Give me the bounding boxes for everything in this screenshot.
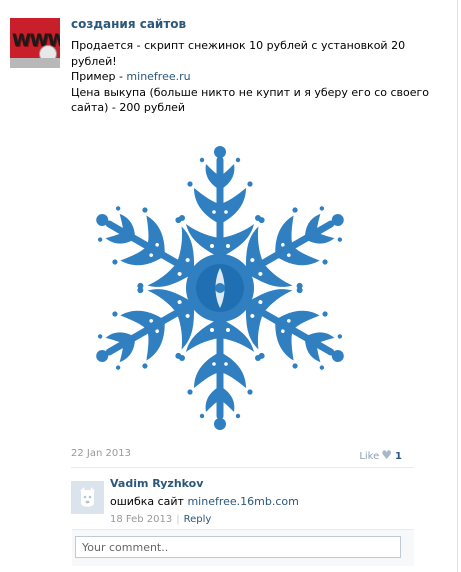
post-text-line: рублей!: [71, 54, 117, 68]
snowflake-image[interactable]: [70, 133, 370, 443]
comment-author-link[interactable]: Vadim Ryzhkov: [110, 477, 203, 490]
avatar-bar: [10, 58, 60, 68]
divider: [71, 467, 414, 468]
post-date[interactable]: 22 Jan 2013: [71, 448, 131, 459]
post-author-link[interactable]: создания сайтов: [71, 17, 186, 31]
like-count: 1: [395, 451, 402, 462]
like-label: Like: [359, 451, 380, 462]
commenter-avatar[interactable]: [71, 481, 104, 514]
comment-input[interactable]: [75, 536, 401, 558]
community-avatar[interactable]: WWW: [10, 18, 60, 68]
comment-meta: 18 Feb 2013 | Reply: [110, 514, 211, 525]
post-text-line: Пример - minefree.ru: [71, 69, 371, 85]
comment-text-prefix: ошибка сайт: [110, 495, 188, 508]
post-text: Продается - скрипт снежинок 10 рублей с …: [71, 38, 430, 116]
dog-avatar-icon: [71, 481, 104, 514]
comment-text: ошибка сайт minefree.16mb.com: [110, 495, 299, 508]
heart-icon: ♥: [381, 448, 393, 462]
post-text-prefix: Пример -: [71, 70, 127, 83]
meta-separator: |: [176, 514, 180, 525]
like-button[interactable]: Like ♥ 1: [359, 448, 402, 462]
post-text-line: Продается - скрипт снежинок 10 рублей с …: [71, 39, 406, 52]
comment-date[interactable]: 18 Feb 2013: [110, 514, 172, 525]
comment-site-link[interactable]: minefree.16mb.com: [187, 495, 298, 508]
post-text-line: сайта) - 200 рублей: [71, 101, 186, 114]
reply-link[interactable]: Reply: [184, 514, 212, 525]
post-site-link[interactable]: minefree.ru: [126, 70, 190, 83]
post-text-line: Цена выкупа (больше никто не купит и я у…: [71, 85, 430, 99]
